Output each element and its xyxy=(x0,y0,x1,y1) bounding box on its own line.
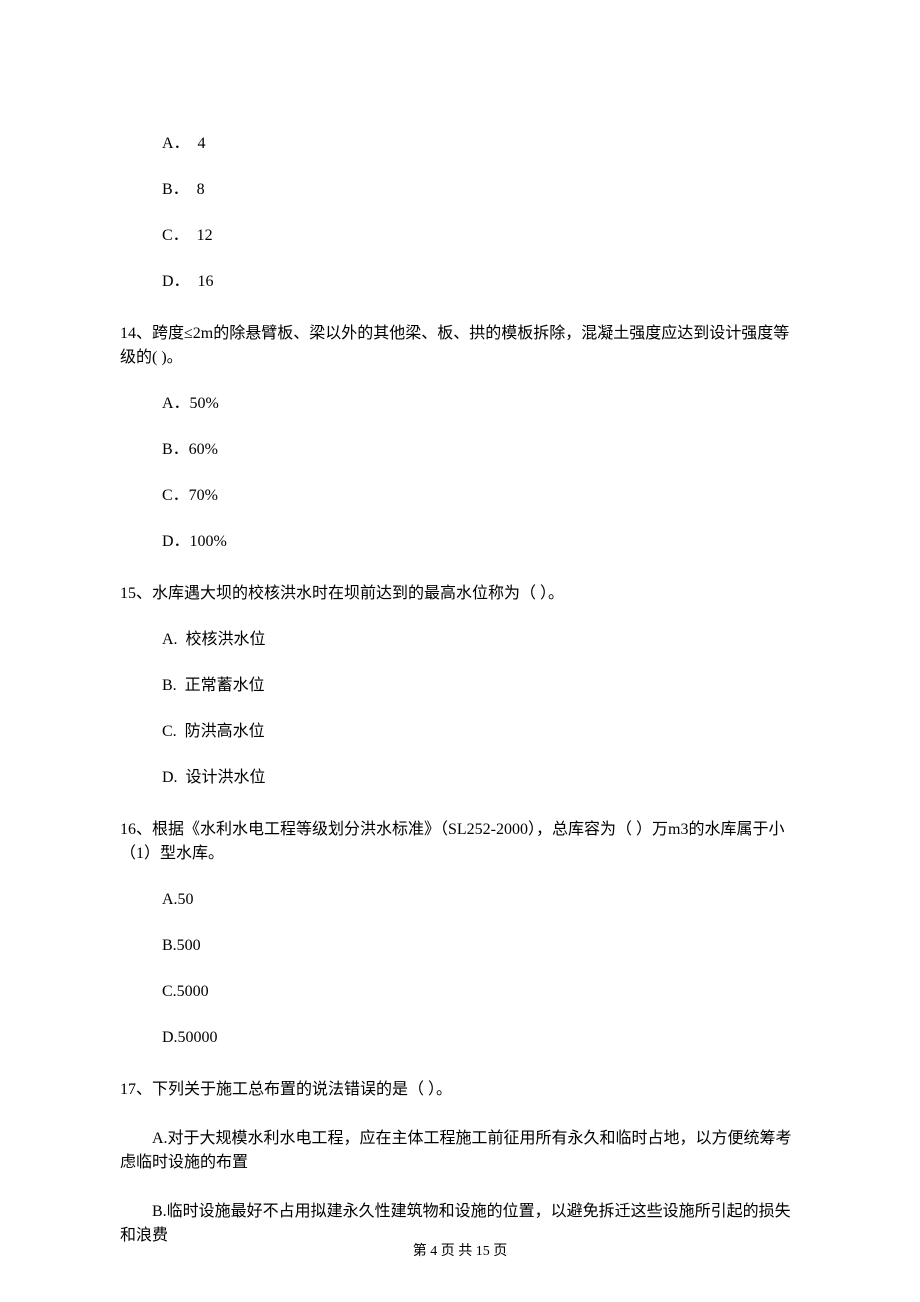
q14-stem: 14、跨度≤2m的除悬臂板、梁以外的其他梁、板、拱的模板拆除，混凝土强度应达到设… xyxy=(120,322,800,370)
q15-option-d: D. 设计洪水位 xyxy=(162,766,800,790)
q16-option-b: B.500 xyxy=(162,934,800,958)
q14-option-c: C．70% xyxy=(162,484,800,508)
q16-option-c: C.5000 xyxy=(162,980,800,1004)
q16-stem: 16、根据《水利水电工程等级划分洪水标准》（SL252-2000），总库容为（ … xyxy=(120,818,800,866)
q16-option-d: D.50000 xyxy=(162,1026,800,1050)
q13-option-b: B． 8 xyxy=(162,178,800,202)
page-container: A． 4 B． 8 C． 12 D． 16 14、跨度≤2m的除悬臂板、梁以外的… xyxy=(0,0,920,1302)
q17-stem: 17、下列关于施工总布置的说法错误的是（ ）。 xyxy=(120,1078,800,1102)
q13-option-a: A． 4 xyxy=(162,132,800,156)
page-footer: 第 4 页 共 15 页 xyxy=(0,1241,920,1262)
q17-option-a: A.对于大规模水利水电工程，应在主体工程施工前征用所有永久和临时占地，以方便统筹… xyxy=(120,1127,800,1175)
q15-option-a: A. 校核洪水位 xyxy=(162,628,800,652)
q13-option-c: C． 12 xyxy=(162,224,800,248)
q14-option-a: A．50% xyxy=(162,392,800,416)
q16-option-a: A.50 xyxy=(162,888,800,912)
q14-option-d: D．100% xyxy=(162,530,800,554)
q14-option-b: B．60% xyxy=(162,438,800,462)
q15-stem: 15、水库遇大坝的校核洪水时在坝前达到的最高水位称为（ ）。 xyxy=(120,582,800,606)
q15-option-b: B. 正常蓄水位 xyxy=(162,674,800,698)
q15-option-c: C. 防洪高水位 xyxy=(162,720,800,744)
q13-option-d: D． 16 xyxy=(162,270,800,294)
